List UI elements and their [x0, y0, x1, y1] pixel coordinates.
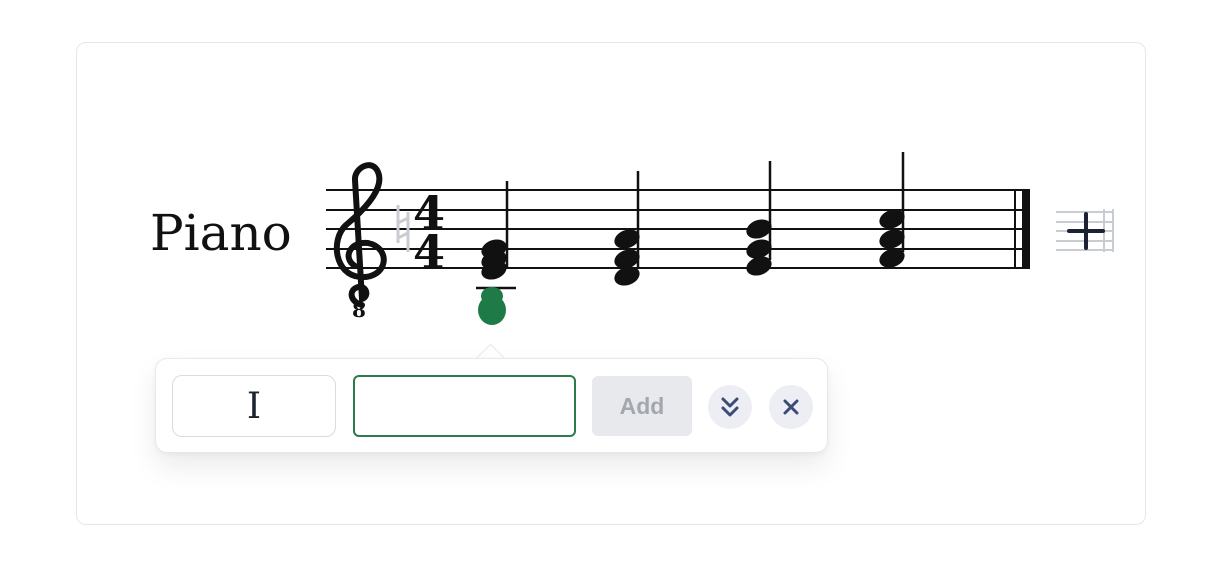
score-view: Piano 8 4 4	[150, 152, 1114, 325]
close-icon	[783, 399, 799, 415]
double-chevron-down-icon	[721, 397, 739, 417]
treble-clef-icon: 8	[333, 162, 387, 322]
clef-octave-label: 8	[352, 298, 366, 322]
chord-symbol-input[interactable]	[353, 375, 576, 437]
close-button[interactable]	[769, 385, 813, 429]
add-button[interactable]: Add	[592, 376, 692, 436]
chord-4[interactable]	[877, 152, 908, 271]
plus-icon	[1067, 212, 1105, 250]
chord-1[interactable]	[476, 181, 516, 325]
chord-3[interactable]	[744, 161, 775, 279]
time-signature: 4 4	[413, 186, 445, 279]
add-measure-button[interactable]	[1056, 209, 1114, 252]
expand-button[interactable]	[708, 385, 752, 429]
chord-popup: I Add	[155, 358, 828, 453]
instrument-name: Piano	[150, 204, 292, 262]
roman-numeral-field[interactable]: I	[172, 375, 336, 437]
time-signature-denominator: 4	[413, 225, 445, 279]
